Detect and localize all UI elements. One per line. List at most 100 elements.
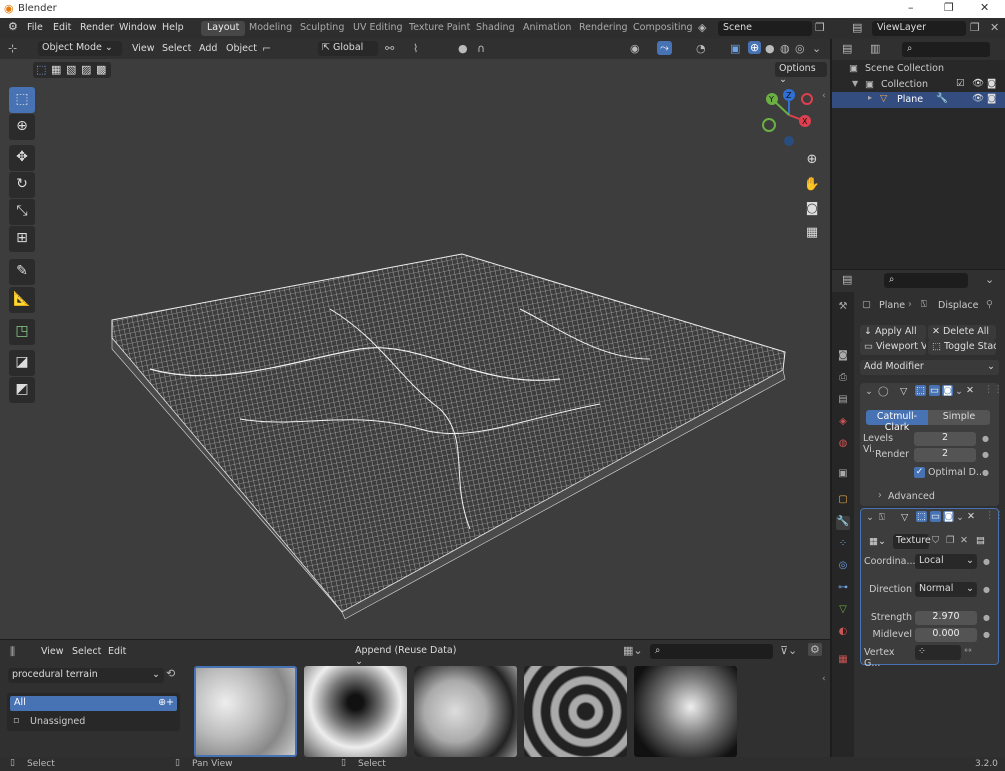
tab-rendering[interactable]: Rendering — [573, 21, 634, 36]
menu-file[interactable]: File — [27, 22, 43, 33]
display-mode-icon[interactable]: ▥ — [870, 42, 880, 55]
panel-collapse-icon[interactable]: ⌄ — [865, 386, 873, 397]
viewport-menu-select[interactable]: Select — [162, 43, 191, 54]
modifier-tab-icon[interactable]: 🔧 — [836, 516, 850, 530]
scene-collection-label[interactable]: Scene Collection — [865, 63, 944, 74]
browser-sidebar-toggle-icon[interactable]: ‹ — [822, 674, 826, 684]
texture-name-field[interactable]: Texture — [893, 534, 931, 549]
modifier-menu-icon[interactable]: ⌄ — [955, 386, 963, 397]
tab-shading[interactable]: Shading — [470, 21, 521, 36]
outliner-row-plane[interactable]: ▸ ▽ Plane 🔧 👁 ◙ — [832, 92, 1005, 108]
output-tab-icon[interactable]: ⎙ — [836, 372, 850, 386]
viewport-menu-object[interactable]: Object — [226, 43, 257, 54]
collection-camera-icon[interactable]: ◙ — [987, 78, 996, 89]
world-tab-icon[interactable]: ◍ — [836, 438, 850, 452]
texture-tab-icon[interactable]: ▦ — [836, 654, 850, 668]
plane-label[interactable]: Plane — [897, 94, 923, 105]
optimal-display-checkbox[interactable]: ✓ — [914, 467, 925, 478]
cage-toggle-icon[interactable]: ⬚ — [916, 511, 927, 522]
new-scene-icon[interactable]: ❐ — [815, 21, 825, 34]
minimize-button[interactable]: – — [908, 1, 914, 14]
menu-edit[interactable]: Edit — [53, 22, 71, 33]
collection-checkbox[interactable]: ☑ — [956, 78, 965, 89]
cage-toggle-icon[interactable]: ⬚ — [915, 385, 926, 396]
keyframe-dot[interactable]: ● — [982, 434, 989, 443]
outliner-search-input[interactable]: ⌕ — [902, 42, 990, 57]
drag-handle-icon[interactable]: ⋮⋮ — [984, 384, 1003, 395]
snap-target-icon[interactable]: ⌐ — [262, 42, 271, 55]
object-tab-icon[interactable]: ▢ — [836, 494, 850, 508]
keyframe-dot[interactable]: ● — [982, 450, 989, 459]
realtime-toggle-icon[interactable]: ▭ — [929, 385, 940, 396]
browser-menu-view[interactable]: View — [41, 646, 64, 657]
remove-modifier-icon[interactable]: ✕ — [966, 385, 974, 396]
plane-eye-icon[interactable]: 👁 — [972, 93, 984, 104]
plane-camera-icon[interactable]: ◙ — [987, 93, 996, 104]
texture-properties-icon[interactable]: ▤ — [976, 535, 985, 546]
snap-icon[interactable]: ⌇ — [413, 42, 418, 55]
asset-editor-icon[interactable]: ⫼ — [10, 645, 15, 659]
levels-viewport-field[interactable]: 2 — [914, 432, 976, 446]
plane-expand-icon[interactable]: ▸ — [868, 93, 872, 102]
render-tab-icon[interactable]: ◙ — [836, 350, 850, 364]
asset-thumbnail[interactable] — [304, 666, 407, 757]
material-shading-icon[interactable]: ◍ — [780, 42, 790, 55]
constraints-tab-icon[interactable]: ⊶ — [836, 582, 850, 596]
strength-field[interactable]: 2.970 — [915, 611, 977, 625]
menu-render[interactable]: Render — [80, 22, 114, 33]
terrain-wireframe-mesh[interactable] — [0, 59, 830, 639]
toggle-stack-button[interactable]: ⬚ Toggle Stack — [928, 340, 996, 355]
keyframe-dot[interactable]: ● — [983, 557, 990, 566]
menu-help[interactable]: Help — [162, 22, 184, 33]
asset-search-input[interactable]: ⌕ — [650, 644, 773, 659]
solid-shading-icon[interactable]: ● — [765, 42, 775, 55]
drag-handle-icon[interactable]: ⋮⋮ — [985, 510, 1004, 521]
browser-menu-select[interactable]: Select — [72, 646, 101, 657]
new-viewlayer-icon[interactable]: ❐ — [970, 21, 980, 34]
gizmo-toggle-icon[interactable]: ⤳ — [657, 41, 672, 55]
wireframe-shading-icon[interactable]: ⊕ — [748, 41, 762, 54]
mode-select[interactable]: Object Mode ⌄ — [38, 41, 122, 56]
pin-icon[interactable]: ⚲ — [986, 299, 993, 310]
duplicate-texture-icon[interactable]: ❐ — [946, 535, 955, 546]
keyframe-dot[interactable]: ● — [983, 613, 990, 622]
shading-options-icon[interactable]: ⌄ — [812, 42, 821, 55]
tab-uv-editing[interactable]: UV Editing — [347, 21, 409, 36]
3d-viewport[interactable]: ⬚ ▦ ▧ ▨ ▩ Options ⌄ ⬚ ⊕ ✥ ↻ ⤡ ⊞ ✎ 📐 ◳ ◪ … — [0, 59, 830, 639]
menu-window[interactable]: Window — [119, 22, 156, 33]
edit-mode-toggle-icon[interactable]: ▽ — [901, 512, 908, 523]
browser-menu-edit[interactable]: Edit — [108, 646, 126, 657]
xray-icon[interactable]: ▣ — [730, 42, 740, 55]
catmull-clark-button[interactable]: Catmull-Clark — [866, 410, 928, 433]
visibility-icon[interactable]: ◉ — [630, 42, 640, 55]
display-mode-icon[interactable]: ▦⌄ — [623, 644, 643, 657]
properties-search-input[interactable]: ⌕ — [884, 273, 968, 288]
close-button[interactable]: ✕ — [980, 1, 989, 14]
tab-layout[interactable]: Layout — [201, 21, 246, 36]
properties-options-icon[interactable]: ⌄ — [985, 273, 994, 286]
tool-tab-icon[interactable]: ⚒ — [836, 301, 850, 315]
rendered-shading-icon[interactable]: ◎ — [795, 42, 805, 55]
data-tab-icon[interactable]: ▽ — [836, 604, 850, 618]
advanced-label[interactable]: Advanced — [888, 491, 935, 502]
tab-compositing[interactable]: Compositing — [627, 21, 699, 36]
realtime-toggle-icon[interactable]: ▭ — [930, 511, 941, 522]
viewport-vis-button[interactable]: ▭ Viewport Vis — [860, 340, 926, 355]
orientation-select[interactable]: ⇱ Global — [318, 41, 378, 56]
collection-expand-icon[interactable]: ▼ — [852, 79, 858, 88]
viewlayer-field[interactable]: ViewLayer — [872, 21, 966, 36]
render-toggle-icon[interactable]: ◙ — [943, 511, 955, 522]
direction-select[interactable]: Normal ⌄ — [915, 582, 977, 597]
pivot-icon[interactable]: ⚯ — [385, 42, 394, 55]
refresh-library-icon[interactable]: ⟲ — [166, 667, 175, 680]
coordinates-select[interactable]: Local ⌄ — [915, 554, 977, 569]
invert-vertex-group-icon[interactable]: ↔ — [964, 645, 972, 656]
catalog-unassigned[interactable]: Unassigned — [30, 716, 85, 727]
import-method-select[interactable]: Append (Reuse Data) ⌄ — [351, 644, 461, 667]
tab-sculpting[interactable]: Sculpting — [294, 21, 350, 36]
asset-thumbnail[interactable] — [524, 666, 627, 757]
overlay-toggle-icon[interactable]: ◔ — [696, 42, 706, 55]
falloff-icon[interactable]: ∩ — [477, 42, 485, 55]
particles-tab-icon[interactable]: ⁘ — [836, 538, 850, 552]
remove-modifier-icon[interactable]: ✕ — [967, 511, 975, 522]
